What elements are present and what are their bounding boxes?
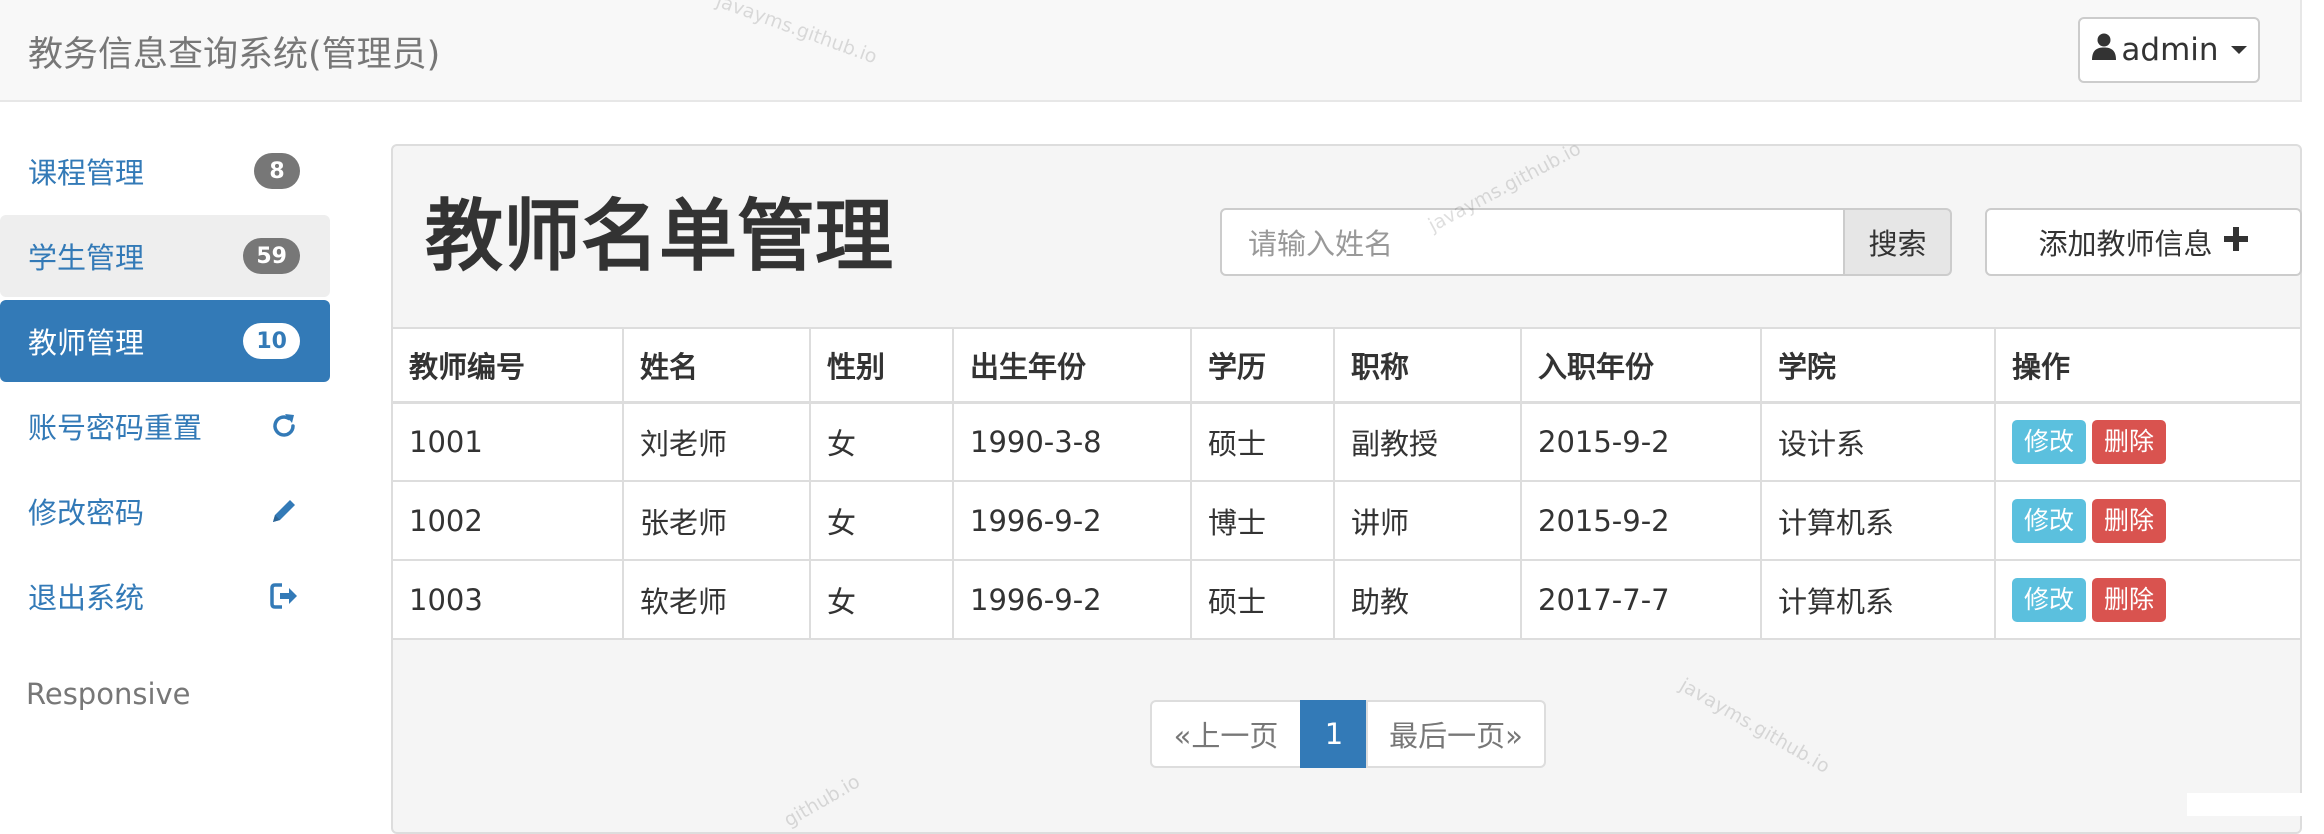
table-actions-cell: 修改 删除 xyxy=(1994,559,2300,640)
table-header-row: 教师编号 姓名 性别 出生年份 学历 职称 入职年份 学院 操作 xyxy=(393,327,2300,404)
add-teacher-button[interactable]: 添加教师信息 xyxy=(1985,208,2302,276)
main-panel: 教师名单管理 请输入姓名 搜索 添加教师信息 教师编号 姓名 性别 出生年份 学… xyxy=(391,144,2302,834)
pagination-prev[interactable]: «上一页 xyxy=(1150,700,1302,768)
count-badge: 8 xyxy=(254,153,300,189)
sidebar-item-change-password[interactable]: 修改密码 xyxy=(0,470,330,552)
teacher-table: 教师编号 姓名 性别 出生年份 学历 职称 入职年份 学院 操作 1001 刘老… xyxy=(393,327,2300,640)
table-cell: 女 xyxy=(809,401,954,482)
sidebar-nav: 课程管理 8 学生管理 59 教师管理 10 账号密码重置 修改密码 退出系统 xyxy=(0,130,330,640)
sidebar-item-teacher-management[interactable]: 教师管理 10 xyxy=(0,300,330,382)
table-cell: 刘老师 xyxy=(622,401,811,482)
table-cell: 1002 xyxy=(393,480,624,561)
caret-down-icon xyxy=(2230,46,2247,54)
table-row: 1001 刘老师 女 1990-3-8 硕士 副教授 2015-9-2 设计系 … xyxy=(393,401,2300,482)
edit-button[interactable]: 修改 xyxy=(2012,419,2087,464)
edit-button[interactable]: 修改 xyxy=(2012,577,2087,622)
delete-button[interactable]: 删除 xyxy=(2092,498,2167,543)
search-button[interactable]: 搜索 xyxy=(1843,208,1952,276)
table-cell: 1990-3-8 xyxy=(952,401,1192,482)
table-actions-cell: 修改 删除 xyxy=(1994,480,2300,561)
sidebar-item-label: 退出系统 xyxy=(28,581,145,615)
table-cell: 计算机系 xyxy=(1760,559,1996,640)
table-row: 1002 张老师 女 1996-9-2 博士 讲师 2015-9-2 计算机系 … xyxy=(393,480,2300,561)
sidebar-item-student-management[interactable]: 学生管理 59 xyxy=(0,215,330,297)
pagination-page-current[interactable]: 1 xyxy=(1300,700,1368,768)
brand-title[interactable]: 教务信息查询系统(管理员) xyxy=(28,26,440,77)
page-title: 教师名单管理 xyxy=(425,192,894,282)
plus-icon xyxy=(2223,225,2249,259)
column-header[interactable]: 职称 xyxy=(1333,327,1522,404)
top-navbar: 教务信息查询系统(管理员) admin xyxy=(0,0,2302,102)
add-teacher-label: 添加教师信息 xyxy=(2038,227,2213,261)
table-row: 1003 软老师 女 1996-9-2 硕士 助教 2017-7-7 计算机系 … xyxy=(393,559,2300,640)
table-cell: 1996-9-2 xyxy=(952,559,1192,640)
sidebar-item-label: 教师管理 xyxy=(28,326,145,360)
sidebar-item-account-reset[interactable]: 账号密码重置 xyxy=(0,385,330,467)
logout-icon xyxy=(268,580,300,612)
user-icon xyxy=(2091,32,2117,68)
pencil-icon xyxy=(268,495,300,527)
table-cell: 讲师 xyxy=(1333,480,1522,561)
sidebar-item-label: 学生管理 xyxy=(28,241,145,275)
delete-button[interactable]: 删除 xyxy=(2092,419,2167,464)
count-badge: 59 xyxy=(243,238,300,274)
sidebar-item-course-management[interactable]: 课程管理 8 xyxy=(0,130,330,212)
column-header[interactable]: 性别 xyxy=(809,327,954,404)
search-input[interactable]: 请输入姓名 xyxy=(1220,208,1845,276)
sidebar-item-label: 账号密码重置 xyxy=(28,411,203,445)
table-cell: 设计系 xyxy=(1760,401,1996,482)
table-cell: 1001 xyxy=(393,401,624,482)
table-cell: 女 xyxy=(809,480,954,561)
table-cell: 副教授 xyxy=(1333,401,1522,482)
table-cell: 硕士 xyxy=(1190,401,1335,482)
sidebar-item-logout[interactable]: 退出系统 xyxy=(0,555,330,637)
count-badge: 10 xyxy=(243,323,300,359)
user-menu-button[interactable]: admin xyxy=(2078,17,2260,83)
edit-button[interactable]: 修改 xyxy=(2012,498,2087,543)
user-menu-label: admin xyxy=(2121,32,2219,68)
table-cell: 硕士 xyxy=(1190,559,1335,640)
column-header[interactable]: 入职年份 xyxy=(1520,327,1762,404)
table-cell: 助教 xyxy=(1333,559,1522,640)
column-header[interactable]: 学历 xyxy=(1190,327,1335,404)
pagination: «上一页 1 最后一页» xyxy=(1150,700,1546,768)
column-header: 操作 xyxy=(1994,327,2300,404)
table-cell: 计算机系 xyxy=(1760,480,1996,561)
table-cell: 博士 xyxy=(1190,480,1335,561)
column-header[interactable]: 学院 xyxy=(1760,327,1996,404)
table-cell: 2015-9-2 xyxy=(1520,401,1762,482)
corner-overlay xyxy=(2187,793,2324,816)
table-cell: 2017-7-7 xyxy=(1520,559,1762,640)
sidebar-item-label: 课程管理 xyxy=(28,156,145,190)
refresh-icon xyxy=(268,410,300,442)
sidebar-item-label: 修改密码 xyxy=(28,496,145,530)
column-header[interactable]: 出生年份 xyxy=(952,327,1192,404)
table-cell: 1996-9-2 xyxy=(952,480,1192,561)
table-actions-cell: 修改 删除 xyxy=(1994,401,2300,482)
table-cell: 张老师 xyxy=(622,480,811,561)
column-header[interactable]: 教师编号 xyxy=(393,327,624,404)
pagination-last[interactable]: 最后一页» xyxy=(1366,700,1546,768)
table-cell: 女 xyxy=(809,559,954,640)
column-header[interactable]: 姓名 xyxy=(622,327,811,404)
responsive-text: Responsive xyxy=(26,677,191,711)
table-cell: 软老师 xyxy=(622,559,811,640)
table-cell: 2015-9-2 xyxy=(1520,480,1762,561)
delete-button[interactable]: 删除 xyxy=(2092,577,2167,622)
table-cell: 1003 xyxy=(393,559,624,640)
